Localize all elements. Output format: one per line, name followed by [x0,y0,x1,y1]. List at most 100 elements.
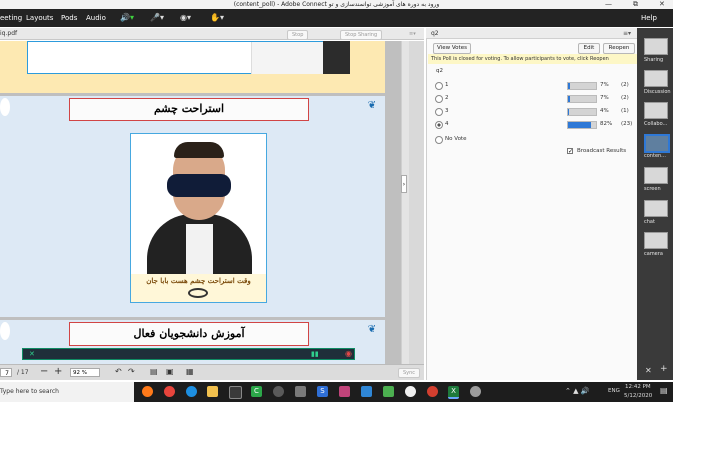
notifications-icon[interactable]: ▤ [660,386,668,395]
broadcast-label: Broadcast Results [577,148,627,154]
store-icon[interactable] [229,386,242,399]
app2-icon[interactable] [295,386,306,397]
app5-icon[interactable] [361,386,372,397]
poll-option-percent: 82% [600,121,613,127]
microphone-icon[interactable]: 🎤▾ [150,12,164,24]
view-votes-button[interactable]: View Votes [433,43,471,54]
embedded-screenshot [27,41,326,74]
menu-pods[interactable]: Pods [61,9,77,27]
document-icon[interactable]: ▤ [150,367,158,376]
pointer-icon[interactable]: ▦ [186,367,194,376]
poll-pod-title: q2 [431,30,439,37]
pod-menu-icon[interactable]: ≡▾ [405,30,420,38]
menu-audio[interactable]: Audio [86,9,106,27]
layout-screen-thumb[interactable] [644,167,668,184]
layout-camera-thumb[interactable] [644,232,668,249]
camtasia-icon[interactable]: C [251,386,262,397]
poll-option-bar-fill [568,83,570,89]
no-vote-radio[interactable] [435,136,443,144]
app7-icon[interactable] [405,386,416,397]
page-number-input[interactable]: 7 [0,368,12,377]
poll-option-label: 3 [445,108,449,114]
poll-option-radio[interactable] [435,95,443,103]
poll-closed-notice: This Poll is closed for voting. To allow… [428,54,637,64]
layout-collaboration-label: Collabo... [644,121,668,127]
app8-icon[interactable] [427,386,438,397]
zoom-select[interactable]: 92 % [70,368,100,377]
stop-sharing-button[interactable]: Stop Sharing [340,30,383,40]
file-explorer-icon[interactable] [207,386,218,397]
layout-collaboration-thumb[interactable] [644,102,668,119]
slide-active-students: آموزش دانشجویان فعال ❦ ✕ ▮▮ ◉ [0,320,385,370]
reopen-button[interactable]: Reopen [603,43,635,54]
app3-icon[interactable]: S [317,386,328,397]
menu-layouts[interactable]: Layouts [26,9,53,27]
layout-discussion-thumb[interactable] [644,70,668,87]
poll-option-radio[interactable] [435,108,443,116]
app9-icon[interactable] [470,386,481,397]
poll-option-bar [567,82,597,90]
poll-menu-icon[interactable]: ≡▾ [623,28,631,39]
app6-icon[interactable] [383,386,394,397]
close-button[interactable]: ✕ [659,0,665,9]
zoom-in-icon[interactable]: + [54,366,62,377]
zoom-out-icon[interactable]: − [40,366,48,377]
layout-content-thumb[interactable] [644,134,670,153]
excel-icon[interactable]: X [448,386,459,399]
add-layout-icon[interactable]: + [660,364,668,374]
tools-icon[interactable]: ✕ [645,366,652,375]
floating-annotation-toolbar[interactable]: ✕ ▮▮ ◉ [22,348,355,360]
app-icon[interactable] [273,386,284,397]
layout-sidebar: Sharing Discussion Collabo... conten... … [637,28,673,380]
poll-option-count: (2) [621,82,629,88]
chrome-icon[interactable] [164,386,175,397]
stop-icon[interactable]: ◉ [345,349,352,358]
shared-filename: iq.pdf [0,30,18,37]
redo-icon[interactable]: ↷ [128,367,135,376]
layout-sharing-thumb[interactable] [644,38,668,55]
slide-eye-rest: استراحت چشم ❦ وقت استراحت چشم هست بابا ج… [0,96,385,317]
app4-icon[interactable] [339,386,350,397]
firefox-icon[interactable] [142,386,153,397]
poll-option-bar [567,108,597,116]
stop-button[interactable]: Stop [287,30,309,40]
vertical-scrollbar[interactable] [401,41,409,370]
webcam-icon[interactable]: ◉▾ [180,12,191,24]
sleep-mask-icon [167,174,231,197]
poll-pod-header: q2 ≡▾ [426,28,637,39]
edit-button[interactable]: Edit [578,43,600,54]
clock-date[interactable]: 5/12/2020 [624,393,652,399]
undo-icon[interactable]: ↶ [115,367,122,376]
layout-chat-thumb[interactable] [644,200,668,217]
caption-banner: وقت استراحت چشم هست بابا جان [131,274,266,302]
language-indicator[interactable]: ENG [608,388,620,394]
menu-meeting[interactable]: eeting [0,9,22,27]
sync-button[interactable]: Sync [398,368,421,378]
system-tray-icons[interactable]: ⌃ ▲ 🔊 [565,387,589,395]
menu-help[interactable]: Help [641,9,657,27]
edge-icon[interactable] [186,386,197,397]
minimize-button[interactable]: — [605,0,612,9]
poll-option-radio[interactable] [435,82,443,90]
share-pod-header: iq.pdf Stop Stop Sharing ≡▾ [0,28,424,40]
poll-option-radio[interactable] [435,121,443,129]
layout-screen-label: screen [644,186,661,192]
broadcast-checkbox[interactable]: ✓ [567,148,573,155]
taskbar-search[interactable]: Type here to search [0,382,134,402]
share-controls-bar: 7 / 17 − + 92 % ↶ ↷ ▤ ▣ ▦ Sync [0,364,424,380]
speaker-icon[interactable]: 🔊▾ [120,12,134,24]
poll-option-count: (23) [621,121,633,127]
maximize-button[interactable]: ⧉ [633,0,638,9]
collapse-handle-icon[interactable]: › [401,175,407,193]
portrait-image: وقت استراحت چشم هست بابا جان [130,133,267,303]
poll-option-bar [567,121,597,129]
portrait-caption: وقت استراحت چشم هست بابا جان [146,276,251,285]
close-icon[interactable]: ✕ [29,350,35,358]
portrait-hair [174,142,224,158]
clock-time[interactable]: 12:42 PM [625,384,651,390]
poll-option-bar [567,95,597,103]
poll-option-label: 1 [445,82,449,88]
poll-option-bar-fill [568,122,591,128]
fullscreen-icon[interactable]: ▣ [166,367,174,376]
raise-hand-icon[interactable]: ✋▾ [210,12,224,24]
